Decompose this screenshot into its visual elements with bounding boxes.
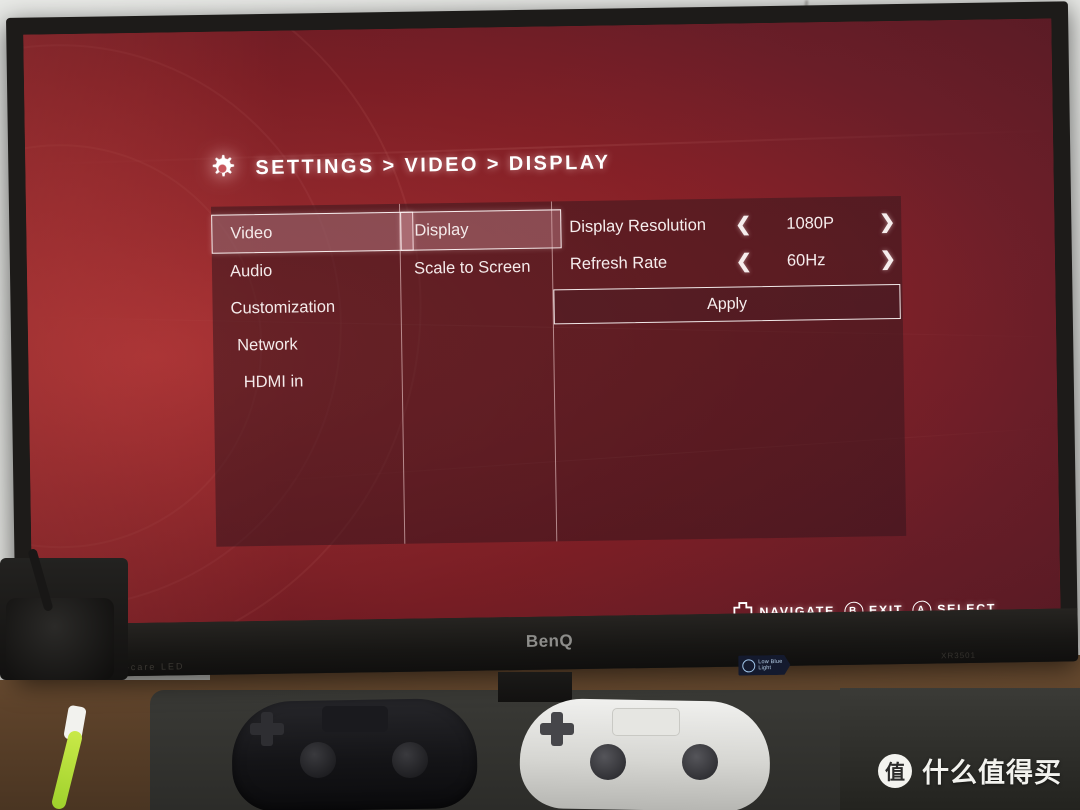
option-refresh-rate[interactable]: Refresh Rate ❮ 60Hz ❯ xyxy=(553,241,903,283)
badge-label: Low Blue Light xyxy=(758,659,782,672)
osd-overlay: SETTINGS > VIDEO > DISPLAY Video Audio C… xyxy=(23,19,1060,625)
apply-button[interactable]: Apply xyxy=(553,283,901,325)
monitor: SETTINGS > VIDEO > DISPLAY Video Audio C… xyxy=(6,1,1079,678)
gear-icon xyxy=(205,151,240,186)
watermark-text: 什么值得买 xyxy=(922,758,1062,789)
badge-line-1: Low Blue xyxy=(758,658,783,665)
low-blue-light-badge: Low Blue Light xyxy=(738,655,791,676)
submenu-item-scale-to-screen[interactable]: Scale to Screen xyxy=(401,248,553,287)
apply-label: Apply xyxy=(706,294,748,313)
gamepad-black-stick-left xyxy=(300,742,336,778)
dark-object-right xyxy=(840,688,1080,810)
bezel-model-text: XR3501 xyxy=(941,650,977,661)
menu-label: HDMI in xyxy=(243,372,304,392)
menu-label: Video xyxy=(230,223,273,243)
option-value: 60Hz xyxy=(786,251,826,270)
gamepad-white-stick-right xyxy=(682,744,718,780)
menu-label: Audio xyxy=(229,261,273,281)
option-label: Display Resolution xyxy=(569,216,707,237)
sidebar-item-video[interactable]: Video xyxy=(211,211,414,254)
gamepad-black-dpad-icon xyxy=(250,712,284,746)
menu-label: Customization xyxy=(230,297,336,318)
sidebar-item-customization[interactable]: Customization xyxy=(212,288,401,328)
gamepad-white-dpad-icon xyxy=(540,712,574,746)
gamepad-white-stick-left xyxy=(590,744,626,780)
option-display-resolution[interactable]: Display Resolution ❮ 1080P ❯ xyxy=(552,204,902,246)
monitor-screen: SETTINGS > VIDEO > DISPLAY Video Audio C… xyxy=(23,18,1061,625)
gamepad-white-touchpad xyxy=(612,708,680,736)
speaker-object xyxy=(6,598,114,680)
watermark: 值 什么值得买 xyxy=(878,751,1062,790)
option-value: 1080P xyxy=(786,214,835,233)
options-column: Display Resolution ❮ 1080P ❯ Refresh Rat… xyxy=(552,196,903,325)
settings-panel: Video Audio Customization Network HDMI i xyxy=(210,195,907,547)
menu-label: Network xyxy=(237,335,298,355)
breadcrumb-text: SETTINGS > VIDEO > DISPLAY xyxy=(255,151,611,179)
chevron-left-icon[interactable]: ❮ xyxy=(736,250,752,273)
chevron-right-icon[interactable]: ❯ xyxy=(879,211,895,234)
sidebar-item-network[interactable]: Network xyxy=(213,325,402,365)
chevron-right-icon[interactable]: ❯ xyxy=(880,248,896,271)
option-label: Refresh Rate xyxy=(569,253,668,274)
gamepad-black-touchpad xyxy=(322,706,388,732)
menu-label: Scale to Screen xyxy=(413,257,531,278)
chevron-left-icon[interactable]: ❮ xyxy=(735,213,751,236)
monitor-stand xyxy=(498,672,572,702)
photo-scene: SETTINGS > VIDEO > DISPLAY Video Audio C… xyxy=(0,0,1080,810)
subcategory-column: Display Scale to Screen xyxy=(400,201,562,287)
submenu-item-display[interactable]: Display xyxy=(400,209,562,251)
watermark-logo: 值 xyxy=(878,753,912,788)
gamepad-black-stick-right xyxy=(392,742,428,778)
category-column: Video Audio Customization Network HDMI i xyxy=(211,204,414,402)
breadcrumb: SETTINGS > VIDEO > DISPLAY xyxy=(205,146,611,186)
badge-line-2: Light xyxy=(758,665,772,672)
lightbulb-icon xyxy=(742,659,755,672)
menu-label: Display xyxy=(414,220,469,240)
monitor-brand-logo: BenQ xyxy=(525,631,574,651)
sidebar-item-audio[interactable]: Audio xyxy=(212,251,401,291)
sidebar-item-hdmi-in[interactable]: HDMI in xyxy=(213,362,402,402)
